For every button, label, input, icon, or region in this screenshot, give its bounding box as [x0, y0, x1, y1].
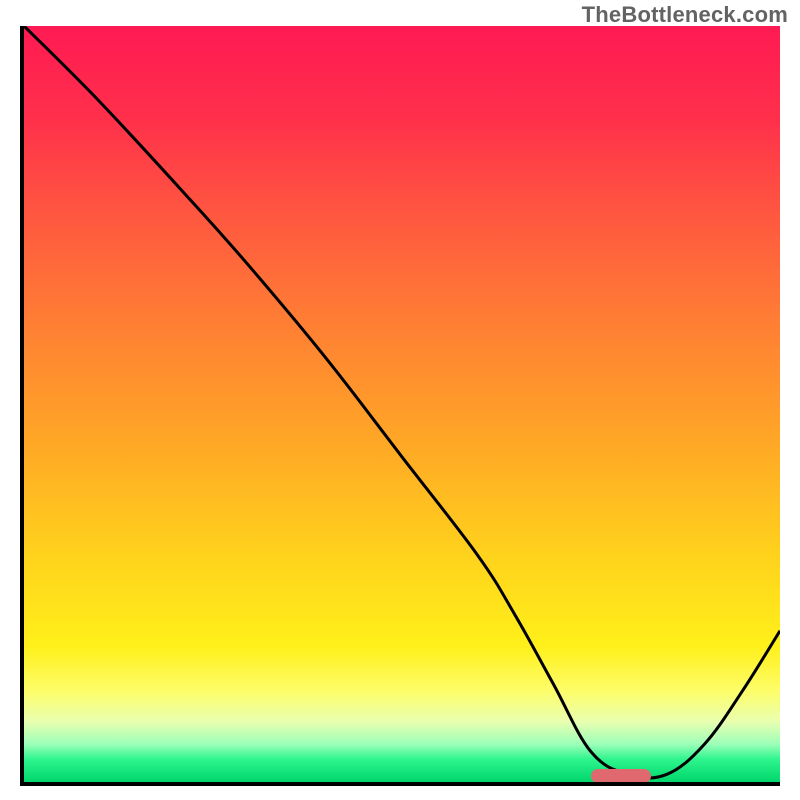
chart-container: TheBottleneck.com	[0, 0, 800, 800]
watermark-text: TheBottleneck.com	[582, 2, 788, 28]
curve-path	[24, 26, 780, 778]
bottleneck-curve	[24, 26, 780, 782]
optimal-marker	[591, 769, 651, 783]
plot-area	[20, 26, 780, 786]
